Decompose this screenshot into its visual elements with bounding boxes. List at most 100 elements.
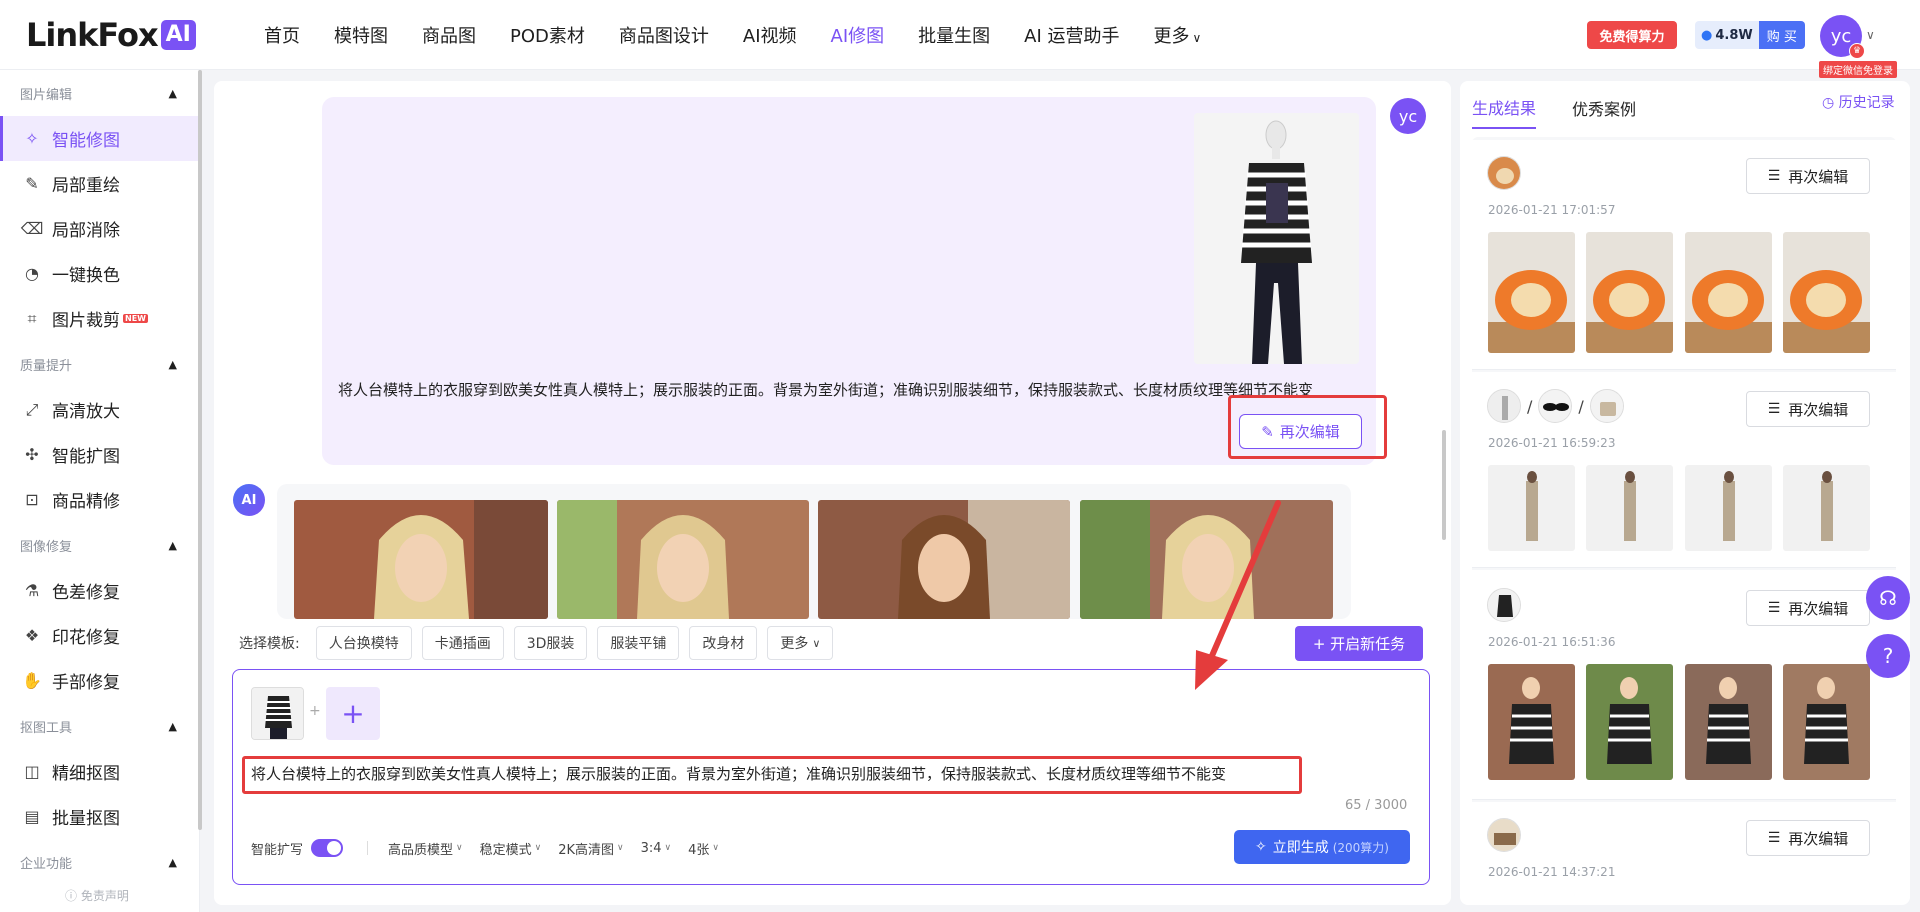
generate-button[interactable]: ✧ 立即生成 (200算力) (1234, 830, 1410, 864)
sliders-icon: ☰ (1767, 168, 1781, 184)
add-image-button[interactable]: + (326, 687, 380, 740)
nav-ai-retouch[interactable]: AI修图 (831, 22, 885, 48)
sidebar-item-crop[interactable]: ⌗ 图片裁剪 NEW (0, 296, 199, 341)
section-repair[interactable]: 图像修复 ▲ (0, 522, 199, 568)
disclaimer-link[interactable]: ⓘ 免责声明 (65, 887, 129, 904)
sidebar-item-fine-cutout[interactable]: ◫ 精细抠图 (0, 749, 199, 794)
result-thumb[interactable] (1783, 465, 1870, 551)
reference-thumb[interactable] (1487, 818, 1521, 852)
section-cutout[interactable]: 抠图工具 ▲ (0, 703, 199, 749)
sidebar-scrollbar[interactable] (198, 70, 202, 830)
template-mannequin-to-model[interactable]: 人台换模特 (315, 626, 412, 660)
sidebar-item-label: 局部消除 (52, 221, 120, 241)
sidebar-item-print-fix[interactable]: ❖ 印花修复 (0, 613, 199, 658)
user-avatar-initials: yc (1830, 25, 1852, 47)
sidebar-item-recolor[interactable]: ◔ 一键换色 (0, 251, 199, 296)
user-prompt-text: 将人台模特上的衣服穿到欧美女性真人模特上；展示服装的正面。背景为室外街道；准确识… (338, 381, 1314, 399)
nav-ai-video[interactable]: AI视频 (743, 22, 797, 48)
reference-thumb[interactable] (1589, 389, 1624, 423)
sidebar-item-erase[interactable]: ⌫ 局部消除 (0, 206, 199, 251)
result-thumb[interactable] (1488, 664, 1575, 780)
result-thumb[interactable] (1488, 232, 1575, 353)
card-reedit-button[interactable]: ☰ 再次编辑 (1746, 391, 1870, 427)
section-enterprise[interactable]: 企业功能 ▲ (0, 839, 199, 885)
resolution-select[interactable]: 2K高清图 ∨ (558, 839, 623, 858)
sidebar-item-batch-cutout[interactable]: ▤ 批量抠图 (0, 794, 199, 839)
sidebar-item-hand-fix[interactable]: ✋ 手部修复 (0, 658, 199, 703)
chevron-down-icon[interactable]: ∨ (1866, 28, 1875, 42)
count-select-value: 4张 (688, 842, 710, 858)
count-select[interactable]: 4张 ∨ (688, 839, 719, 858)
sidebar-item-upscale[interactable]: ⤢ 高清放大 (0, 387, 199, 432)
user-avatar[interactable]: yc ♛ (1820, 15, 1865, 59)
result-thumb[interactable] (1586, 664, 1673, 780)
mode-select[interactable]: 稳定模式 ∨ (480, 839, 542, 858)
result-thumb[interactable] (1783, 232, 1870, 353)
nav-product-image[interactable]: 商品图 (422, 22, 476, 48)
template-more[interactable]: 更多 ∨ (767, 626, 834, 660)
section-image-edit[interactable]: 图片编辑 ▲ (0, 70, 199, 116)
nav-batch-generate[interactable]: 批量生图 (918, 22, 990, 48)
card-reedit-button[interactable]: ☰ 再次编辑 (1746, 590, 1870, 626)
char-counter: 65 / 3000 (1345, 798, 1408, 813)
resolution-select-value: 2K高清图 (558, 842, 615, 858)
new-task-button[interactable]: + 开启新任务 (1295, 626, 1423, 661)
history-link[interactable]: ◷ 历史记录 (1822, 92, 1895, 112)
chevron-down-icon: ∨ (534, 843, 542, 853)
nav-home[interactable]: 首页 (264, 22, 300, 48)
template-3d-clothing[interactable]: 3D服装 (513, 626, 588, 660)
nav-ai-assistant[interactable]: AI 运营助手 (1024, 22, 1119, 48)
result-thumb[interactable] (1488, 465, 1575, 551)
result-thumb[interactable] (1783, 664, 1870, 780)
chat-scrollbar[interactable] (1442, 430, 1446, 540)
nav-more[interactable]: 更多 ∨ (1153, 22, 1201, 48)
section-quality[interactable]: 质量提升 ▲ (0, 341, 199, 387)
nav-model-image[interactable]: 模特图 (334, 22, 388, 48)
nav-pod[interactable]: POD素材 (510, 22, 585, 48)
template-flatlay[interactable]: 服装平铺 (597, 626, 680, 660)
ratio-select[interactable]: 3:4 ∨ (641, 841, 672, 856)
prompt-input[interactable]: 将人台模特上的衣服穿到欧美女性真人模特上；展示服装的正面。背景为室外街道；准确识… (251, 763, 1226, 784)
smart-expand-toggle[interactable] (311, 839, 344, 857)
chevron-down-icon: ∨ (712, 843, 720, 853)
template-body-shape[interactable]: 改身材 (689, 626, 758, 660)
reference-thumb[interactable] (1487, 389, 1521, 423)
sidebar-item-product-retouch[interactable]: ⊡ 商品精修 (0, 477, 199, 522)
card-reedit-button[interactable]: ☰ 再次编辑 (1746, 820, 1870, 856)
reedit-button[interactable]: ✎ 再次编辑 (1239, 414, 1362, 449)
result-thumb[interactable] (1685, 232, 1772, 353)
card-reedit-label: 再次编辑 (1788, 599, 1849, 618)
uploaded-reference-thumb[interactable] (251, 687, 304, 740)
sidebar-item-expand[interactable]: ✣ 智能扩图 (0, 432, 199, 477)
help-button[interactable]: ? (1866, 634, 1910, 678)
buy-button[interactable]: 购 买 (1758, 21, 1805, 49)
linkfox-logo[interactable]: LinkFox AI (26, 16, 196, 54)
reference-thumb[interactable] (1487, 156, 1521, 190)
result-thumb[interactable] (1586, 232, 1673, 353)
sidebar-item-smart-retouch[interactable]: ✧ 智能修图 (0, 116, 199, 161)
chevron-up-icon: ▲ (168, 719, 177, 733)
result-thumb[interactable] (1685, 465, 1772, 551)
reference-thumb[interactable] (1538, 389, 1573, 423)
result-thumb[interactable] (1586, 465, 1673, 551)
reedit-label: 再次编辑 (1279, 423, 1340, 441)
chevron-down-icon: ∨ (664, 843, 672, 853)
reference-thumb[interactable] (1487, 588, 1521, 622)
result-image[interactable] (557, 500, 809, 619)
bind-wechat-badge[interactable]: 绑定微信免登录 (1819, 61, 1897, 78)
result-image[interactable] (818, 500, 1070, 619)
mannequin-reference-image[interactable] (1194, 113, 1359, 364)
card-reedit-button[interactable]: ☰ 再次编辑 (1746, 158, 1870, 194)
sidebar-item-inpaint[interactable]: ✎ 局部重绘 (0, 161, 199, 206)
tab-results[interactable]: 生成结果 (1472, 87, 1537, 129)
nav-product-design[interactable]: 商品图设计 (619, 22, 709, 48)
sidebar-item-color-fix[interactable]: ⚗ 色差修复 (0, 568, 199, 613)
customer-service-button[interactable]: ☊ (1866, 576, 1910, 620)
free-credits-button[interactable]: 免费得算力 (1587, 21, 1677, 49)
result-image[interactable] (294, 500, 548, 619)
sidebar-item-label: 商品精修 (52, 492, 120, 512)
template-cartoon[interactable]: 卡通插画 (421, 626, 504, 660)
tab-showcase[interactable]: 优秀案例 (1572, 88, 1636, 128)
result-thumb[interactable] (1685, 664, 1772, 780)
model-select[interactable]: 高品质模型 ∨ (388, 839, 463, 858)
